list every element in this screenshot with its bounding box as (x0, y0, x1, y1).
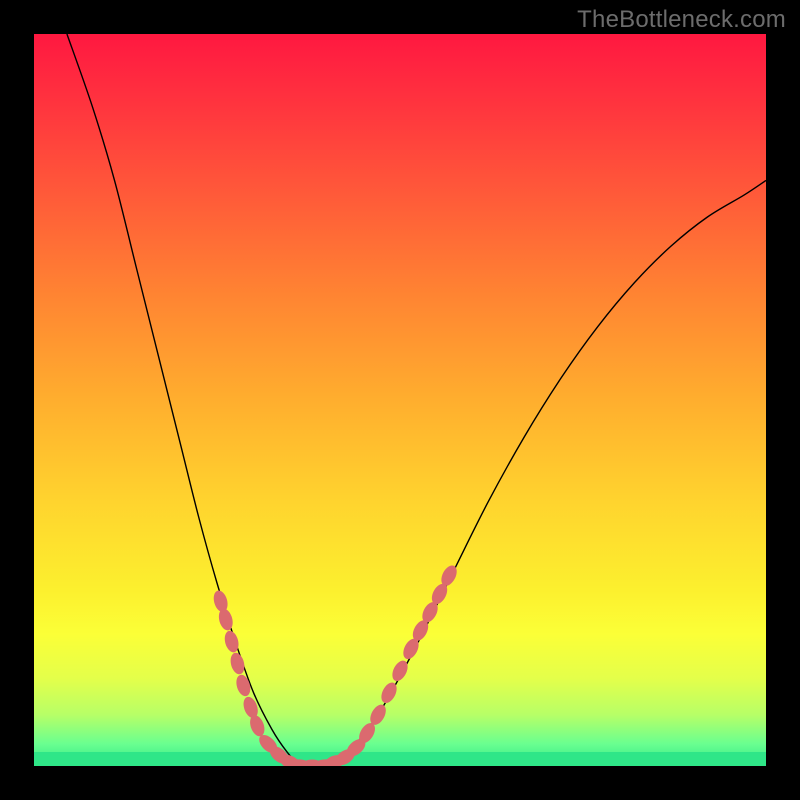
watermark-text: TheBottleneck.com (577, 6, 786, 34)
chart-svg (34, 34, 766, 766)
curve-beads (211, 563, 459, 766)
plot-area (34, 34, 766, 766)
bottleneck-curve (67, 34, 766, 766)
chart-container: TheBottleneck.com (0, 0, 800, 800)
